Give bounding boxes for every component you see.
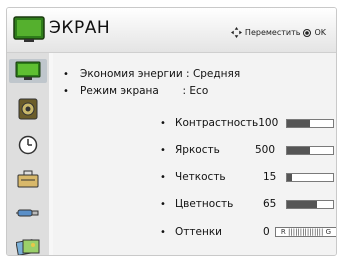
picture-menu-panel: ЭКРАН Переместить OK • Экономия энергии … <box>6 7 337 256</box>
tint-label: Оттенки <box>175 226 222 238</box>
tint-slider[interactable]: R ||||||||||||||| G <box>275 227 336 237</box>
sidebar-item-input[interactable] <box>9 201 47 225</box>
tv-screen-icon <box>15 61 41 80</box>
navigation-hint: Переместить OK <box>230 27 326 38</box>
slider-fill <box>287 147 310 154</box>
sidebar-item-picture[interactable] <box>9 59 47 83</box>
sharpness-value: 15 <box>263 171 277 183</box>
tint-row[interactable]: Оттенки <box>175 226 222 238</box>
slider-fill <box>287 120 310 127</box>
sharpness-label: Четкость <box>175 171 226 183</box>
contrast-label: Контрастность <box>175 117 259 129</box>
bullet: • <box>63 86 69 97</box>
color-label: Цветность <box>175 198 234 210</box>
sidebar-item-options[interactable] <box>9 167 47 191</box>
picture-mode-value: Eco <box>189 85 209 97</box>
brightness-value: 500 <box>255 144 276 156</box>
sidebar-item-media[interactable] <box>9 235 47 255</box>
menu-content: • Экономия энергии : Средняя • Режим экр… <box>53 53 336 255</box>
sharpness-slider[interactable] <box>286 173 334 182</box>
clock-icon <box>18 135 38 155</box>
bullet: • <box>160 172 166 183</box>
brightness-row[interactable]: Яркость <box>175 144 220 156</box>
bullet: • <box>63 69 69 80</box>
input-cable-icon <box>16 209 39 217</box>
hint-move-label: Переместить <box>244 28 301 37</box>
sharpness-row[interactable]: Четкость <box>175 171 226 183</box>
tint-scale-left: R <box>280 228 286 236</box>
energy-saving-label: Экономия энергии <box>80 68 183 80</box>
photo-media-icon <box>16 239 40 255</box>
menu-sidebar <box>7 53 49 255</box>
bullet: • <box>160 199 166 210</box>
page-title: ЭКРАН <box>49 18 111 38</box>
menu-header: ЭКРАН Переместить OK <box>7 8 336 53</box>
color-row[interactable]: Цветность <box>175 198 233 210</box>
picture-mode-label: Режим экрана <box>80 85 159 97</box>
tv-screen-icon <box>13 16 45 42</box>
slider-fill <box>287 174 292 181</box>
bullet: • <box>160 227 166 238</box>
contrast-row[interactable]: Контрастность100 <box>175 117 278 129</box>
setting-energy-saving[interactable]: Экономия энергии : Средняя <box>80 68 240 80</box>
hint-ok-label: OK <box>314 28 326 37</box>
sidebar-item-sound[interactable] <box>9 97 47 121</box>
bullet: • <box>160 118 166 129</box>
slider-fill <box>287 201 317 208</box>
brightness-label: Яркость <box>175 144 220 156</box>
navigate-arrows-icon <box>230 27 242 38</box>
contrast-slider[interactable] <box>286 119 334 128</box>
tint-scale-right: G <box>325 228 332 236</box>
energy-saving-value: Средняя <box>192 68 241 80</box>
tv-osd-screen: ЭКРАН Переместить OK • Экономия энергии … <box>0 0 343 262</box>
color-slider[interactable] <box>286 200 334 209</box>
contrast-value: 100 <box>258 117 279 129</box>
ok-button-icon <box>303 28 312 37</box>
sidebar-item-time[interactable] <box>9 133 47 157</box>
color-value: 65 <box>263 198 277 210</box>
tint-value: 0 <box>263 226 270 238</box>
brightness-slider[interactable] <box>286 146 334 155</box>
speaker-icon <box>18 98 38 120</box>
toolbox-icon <box>17 170 39 188</box>
setting-picture-mode[interactable]: Режим экрана : Eco <box>80 85 208 97</box>
bullet: • <box>160 145 166 156</box>
